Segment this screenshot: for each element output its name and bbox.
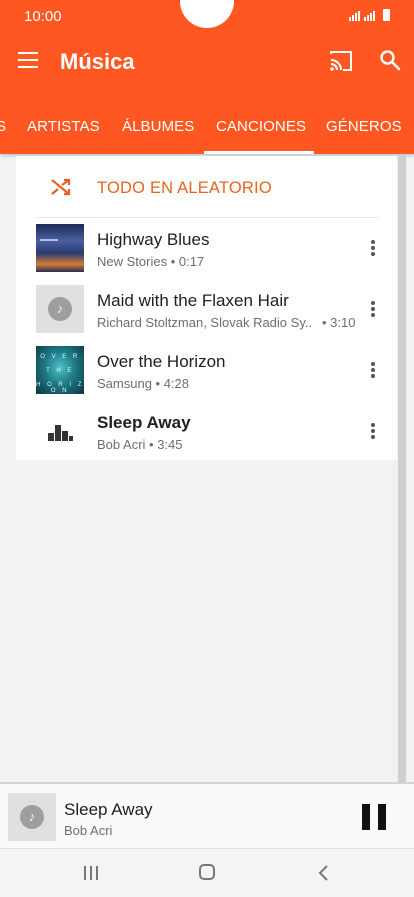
tab-artistas[interactable]: ARTISTAS xyxy=(27,118,100,135)
album-art: O V E R T H E H O R I Z O N xyxy=(36,346,84,394)
song-title: Highway Blues xyxy=(97,230,210,249)
tab-generos[interactable]: GÉNEROS xyxy=(326,118,402,135)
player-title: Sleep Away xyxy=(64,800,153,819)
scrollbar[interactable] xyxy=(398,154,406,782)
song-row-over-the-horizon[interactable]: O V E R T H E H O R I Z O N Over the Hor… xyxy=(16,340,397,400)
album-art-text: H O R I Z O N xyxy=(36,382,84,394)
cast-icon[interactable] xyxy=(329,50,353,72)
album-art-text: O V E R xyxy=(40,354,80,360)
signal-icon-2 xyxy=(364,11,375,21)
song-list: TODO EN ALEATORIO Highway Blues New Stor… xyxy=(16,156,397,460)
system-nav-bar xyxy=(0,848,414,897)
song-row-highway-blues[interactable]: Highway Blues New Stories • 0:17 xyxy=(16,218,397,278)
album-art xyxy=(36,224,84,272)
more-options-icon[interactable] xyxy=(371,362,375,378)
music-note-icon: ♪ xyxy=(48,297,72,321)
song-subtitle: New Stories • 0:17 xyxy=(97,254,205,269)
song-title: Maid with the Flaxen Hair xyxy=(97,291,289,310)
music-note-icon: ♪ xyxy=(20,805,44,829)
status-icons xyxy=(349,9,390,21)
camera-notch xyxy=(180,0,234,28)
battery-icon xyxy=(383,9,390,21)
song-row-maid-flaxen-hair[interactable]: ♪ Maid with the Flaxen Hair Richard Stol… xyxy=(16,279,397,339)
recents-icon[interactable] xyxy=(84,866,100,880)
song-subtitle: Bob Acri • 3:45 xyxy=(97,437,183,452)
menu-icon[interactable] xyxy=(18,52,38,68)
active-tab-indicator xyxy=(204,151,314,154)
status-time: 10:00 xyxy=(24,8,62,25)
app-bar: Música xyxy=(0,32,414,92)
home-icon[interactable] xyxy=(199,864,215,880)
tab-bar: S ARTISTAS ÁLBUMES CANCIONES GÉNEROS xyxy=(0,92,414,154)
app-title: Música xyxy=(60,49,135,74)
mini-player[interactable]: ♪ Sleep Away Bob Acri xyxy=(0,782,414,848)
tab-canciones[interactable]: CANCIONES xyxy=(216,118,306,135)
tab-overflow-left[interactable]: S xyxy=(0,118,6,135)
search-icon[interactable] xyxy=(378,48,402,72)
song-row-sleep-away[interactable]: Sleep Away Bob Acri • 3:45 xyxy=(16,401,397,461)
player-artist: Bob Acri xyxy=(64,823,113,838)
album-art-text: T H E xyxy=(46,368,74,374)
shuffle-icon xyxy=(51,178,71,196)
player-album-art: ♪ xyxy=(8,793,56,841)
signal-icon xyxy=(349,11,360,21)
song-subtitle: Samsung • 4:28 xyxy=(97,376,189,391)
pause-button[interactable] xyxy=(356,800,392,834)
shuffle-all-button[interactable]: TODO EN ALEATORIO xyxy=(16,156,397,217)
status-bar: 10:00 xyxy=(0,0,414,32)
song-title: Sleep Away xyxy=(97,413,191,432)
tab-albumes[interactable]: ÁLBUMES xyxy=(122,118,194,135)
more-options-icon[interactable] xyxy=(371,423,375,439)
song-subtitle: Richard Stoltzman, Slovak Radio Sy.. xyxy=(97,315,313,330)
shuffle-all-label: TODO EN ALEATORIO xyxy=(97,179,272,197)
more-options-icon[interactable] xyxy=(371,301,375,317)
default-music-art: ♪ xyxy=(36,285,84,333)
song-title: Over the Horizon xyxy=(97,352,226,371)
now-playing-bars-icon xyxy=(48,425,73,441)
phone-screen: 10:00 Música S ARTISTAS ÁLBUMES CANCIONE… xyxy=(0,0,414,897)
more-options-icon[interactable] xyxy=(371,240,375,256)
song-duration: • 3:10 xyxy=(322,315,356,330)
back-icon[interactable] xyxy=(316,865,330,881)
